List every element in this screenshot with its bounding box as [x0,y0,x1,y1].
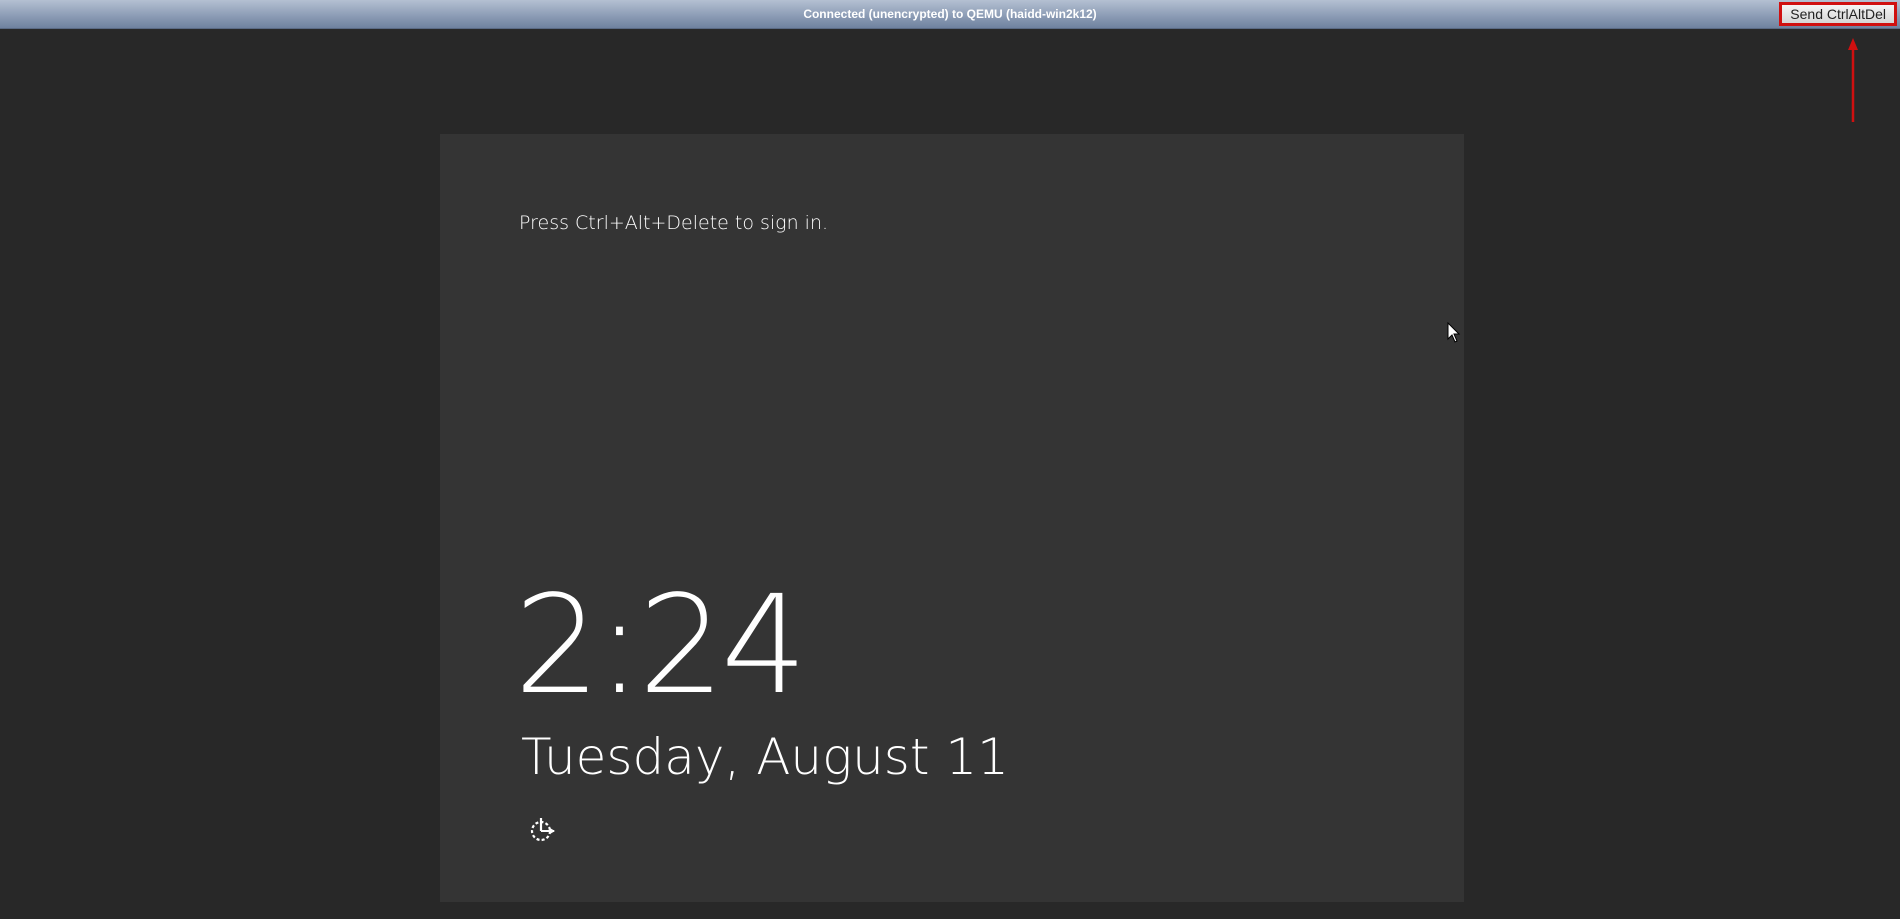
connection-status-text: Connected (unencrypted) to QEMU (haidd-w… [803,7,1097,21]
ease-of-access-icon[interactable] [528,816,556,844]
remote-screen[interactable]: Press Ctrl+Alt+Delete to sign in. 2:24 T… [440,134,1464,902]
annotation-arrow-icon [1848,38,1858,122]
signin-prompt: Press Ctrl+Alt+Delete to sign in. [519,212,829,234]
send-ctrl-alt-del-button[interactable]: Send CtrlAltDel [1779,2,1897,26]
clock-time: 2:24 [514,567,807,725]
clock-date: Tuesday, August 11 [521,728,1009,786]
mouse-cursor-icon [1447,322,1461,343]
vnc-status-bar: Connected (unencrypted) to QEMU (haidd-w… [0,0,1900,29]
